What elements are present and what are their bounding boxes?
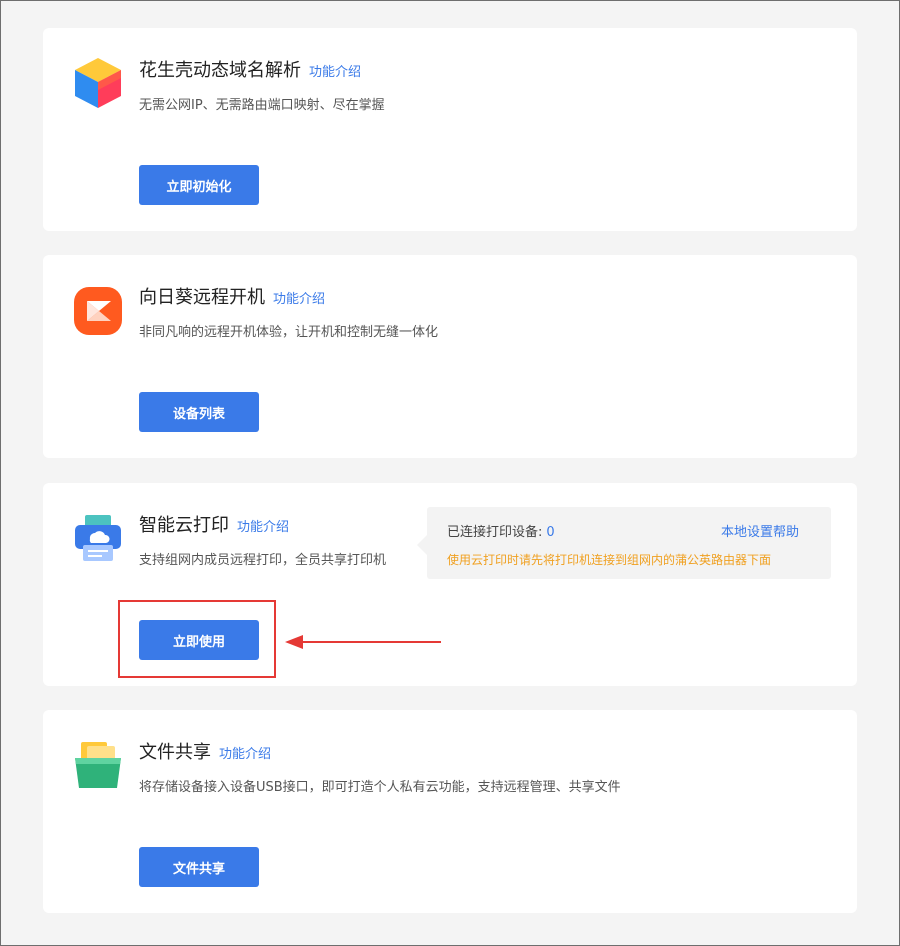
card-description: 将存储设备接入设备USB接口，即可打造个人私有云功能，支持远程管理、共享文件 xyxy=(139,780,621,795)
card-title-text: 智能云打印 xyxy=(139,515,229,536)
card-description: 非同凡响的远程开机体验，让开机和控制无缝一体化 xyxy=(139,325,439,340)
connected-label-text: 已连接打印设备: xyxy=(447,525,543,540)
card-ddns: 花生壳动态域名解析 功能介绍 无需公网IP、无需路由端口映射、尽在掌握 立即初始化 xyxy=(43,28,857,231)
card-title-text: 向日葵远程开机 xyxy=(139,287,265,308)
card-title-text: 文件共享 xyxy=(139,742,211,763)
intro-link[interactable]: 功能介绍 xyxy=(237,520,289,535)
card-remote-boot: 向日葵远程开机 功能介绍 非同凡响的远程开机体验，让开机和控制无缝一体化 设备列表 xyxy=(43,255,857,458)
printer-info-box: 已连接打印设备: 0 本地设置帮助 使用云打印时请先将打印机连接到组网内的蒲公英路… xyxy=(417,507,831,579)
cube-icon xyxy=(73,56,123,110)
arrow-left-icon xyxy=(285,635,441,649)
card-title: 智能云打印 功能介绍 xyxy=(139,511,289,537)
printer-tip-text: 使用云打印时请先将打印机连接到组网内的蒲公英路由器下面 xyxy=(447,553,772,567)
cloud-printer-icon xyxy=(73,511,123,565)
card-description: 无需公网IP、无需路由端口映射、尽在掌握 xyxy=(139,98,385,113)
card-title: 花生壳动态域名解析 功能介绍 xyxy=(139,56,361,82)
initialize-button[interactable]: 立即初始化 xyxy=(139,165,259,205)
file-share-button[interactable]: 文件共享 xyxy=(139,847,259,887)
card-description: 支持组网内成员远程打印，全员共享打印机 xyxy=(139,553,387,568)
sunflower-power-icon xyxy=(73,283,123,337)
local-setup-help-link[interactable]: 本地设置帮助 xyxy=(721,521,799,540)
intro-link[interactable]: 功能介绍 xyxy=(219,747,271,762)
highlight-box xyxy=(118,600,276,678)
connected-count: 0 xyxy=(546,525,555,540)
card-title: 文件共享 功能介绍 xyxy=(139,738,271,764)
intro-link[interactable]: 功能介绍 xyxy=(273,292,325,307)
card-file-share: 文件共享 功能介绍 将存储设备接入设备USB接口，即可打造个人私有云功能，支持远程… xyxy=(43,710,857,913)
connected-devices-label: 已连接打印设备: 0 xyxy=(447,521,555,540)
device-list-button[interactable]: 设备列表 xyxy=(139,392,259,432)
card-title: 向日葵远程开机 功能介绍 xyxy=(139,283,325,309)
card-title-text: 花生壳动态域名解析 xyxy=(139,60,301,81)
intro-link[interactable]: 功能介绍 xyxy=(309,65,361,80)
folder-icon xyxy=(73,738,123,792)
